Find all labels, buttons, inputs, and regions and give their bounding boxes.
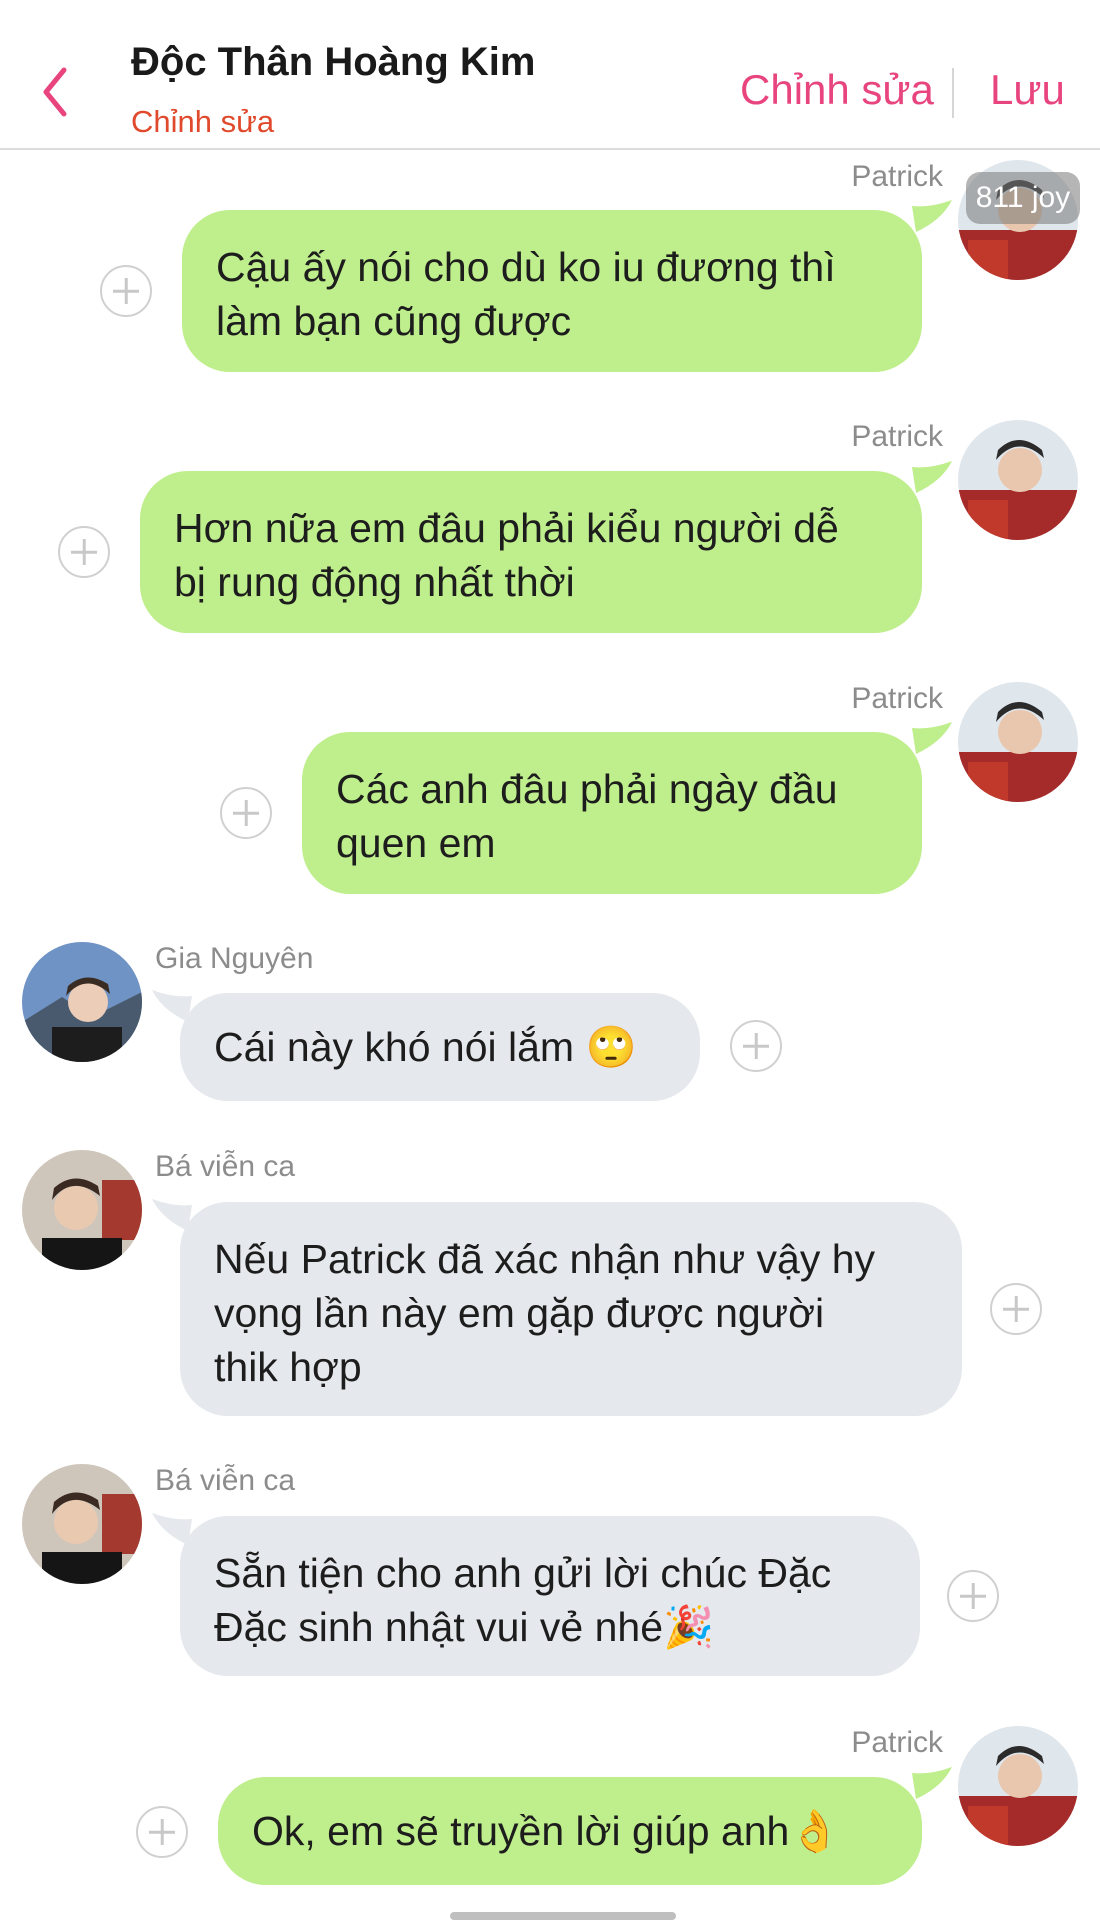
- avatar-photo: [22, 942, 142, 1062]
- save-button[interactable]: Lưu: [990, 66, 1065, 114]
- message-bubble[interactable]: Sẵn tiện cho anh gửi lời chúc Đặc Đặc si…: [180, 1516, 920, 1676]
- bubble-tail: [152, 990, 192, 1022]
- message-line: Các anh đâu phải ngày đầu: [336, 766, 838, 812]
- plus-circle-icon[interactable]: [947, 1570, 999, 1622]
- plus-circle-icon[interactable]: [58, 526, 110, 578]
- message-line: thik hợp: [214, 1344, 362, 1390]
- message-bubble[interactable]: Hơn nữa em đâu phải kiểu người dễ bị run…: [140, 471, 922, 633]
- chat-title: Độc Thân Hoàng Kim: [131, 40, 536, 84]
- plus-circle-icon[interactable]: [220, 787, 272, 839]
- message-line: Cái này khó nói lắm 🙄: [214, 1024, 637, 1070]
- plus-circle-icon[interactable]: [136, 1806, 188, 1858]
- bubble-tail: [152, 1199, 192, 1231]
- bubble-tail: [912, 722, 952, 754]
- message-bubble[interactable]: Các anh đâu phải ngày đầu quen em: [302, 732, 922, 894]
- avatar-photo: [22, 1464, 142, 1584]
- message-line: Ok, em sẽ truyền lời giúp anh👌: [252, 1808, 841, 1854]
- message-line: Nếu Patrick đã xác nhận như vậy hy: [214, 1236, 876, 1282]
- message-line: bị rung động nhất thời: [174, 559, 575, 605]
- avatar[interactable]: [22, 1464, 142, 1584]
- bubble-tail: [912, 1767, 952, 1799]
- message-sender: Bá viễn ca: [155, 1464, 296, 1497]
- avatar-photo: [958, 1726, 1078, 1846]
- avatar-photo: [958, 420, 1078, 540]
- message-bubble[interactable]: Cái này khó nói lắm 🙄: [180, 993, 700, 1101]
- avatar[interactable]: [958, 1726, 1078, 1846]
- chevron-left-icon[interactable]: [36, 62, 76, 122]
- bubble-tail: [912, 200, 952, 232]
- message-sender: Patrick: [851, 420, 943, 453]
- message-line: vọng lần này em gặp được người: [214, 1290, 825, 1336]
- bubble-tail: [912, 461, 952, 493]
- plus-circle-icon[interactable]: [990, 1283, 1042, 1335]
- bubble-tail: [152, 1513, 192, 1545]
- message-bubble[interactable]: Ok, em sẽ truyền lời giúp anh👌: [218, 1777, 922, 1885]
- avatar[interactable]: [958, 682, 1078, 802]
- message-sender: Gia Nguyên: [155, 942, 314, 975]
- chat-subtitle: Chỉnh sửa: [131, 104, 275, 139]
- avatar-photo: [22, 1150, 142, 1270]
- message-line: Đặc sinh nhật vui vẻ nhé🎉: [214, 1604, 715, 1650]
- message-line: làm bạn cũng được: [216, 298, 572, 344]
- message-bubble[interactable]: Cậu ấy nói cho dù ko iu đương thì làm bạ…: [182, 210, 922, 372]
- message-sender: Bá viễn ca: [155, 1150, 296, 1183]
- avatar[interactable]: [22, 942, 142, 1062]
- plus-circle-icon[interactable]: [730, 1020, 782, 1072]
- avatar[interactable]: [22, 1150, 142, 1270]
- edit-button[interactable]: Chỉnh sửa: [740, 66, 934, 114]
- message-sender: Patrick: [851, 682, 943, 715]
- message-line: Hơn nữa em đâu phải kiểu người dễ: [174, 505, 839, 551]
- avatar[interactable]: [958, 420, 1078, 540]
- plus-circle-icon[interactable]: [100, 265, 152, 317]
- message-line: quen em: [336, 820, 496, 866]
- message-bubble[interactable]: Nếu Patrick đã xác nhận như vậy hy vọng …: [180, 1202, 962, 1416]
- header-divider: [952, 68, 954, 118]
- message-line: Cậu ấy nói cho dù ko iu đương thì: [216, 244, 836, 290]
- message-line: Sẵn tiện cho anh gửi lời chúc Đặc: [214, 1550, 832, 1596]
- watermark-badge: 811 joy: [966, 172, 1080, 224]
- chat-header: Độc Thân Hoàng Kim Chỉnh sửa Chỉnh sửa L…: [0, 0, 1100, 150]
- message-sender: Patrick: [851, 1726, 943, 1759]
- home-indicator: [450, 1912, 676, 1920]
- avatar-photo: [958, 682, 1078, 802]
- message-sender: Patrick: [851, 160, 943, 193]
